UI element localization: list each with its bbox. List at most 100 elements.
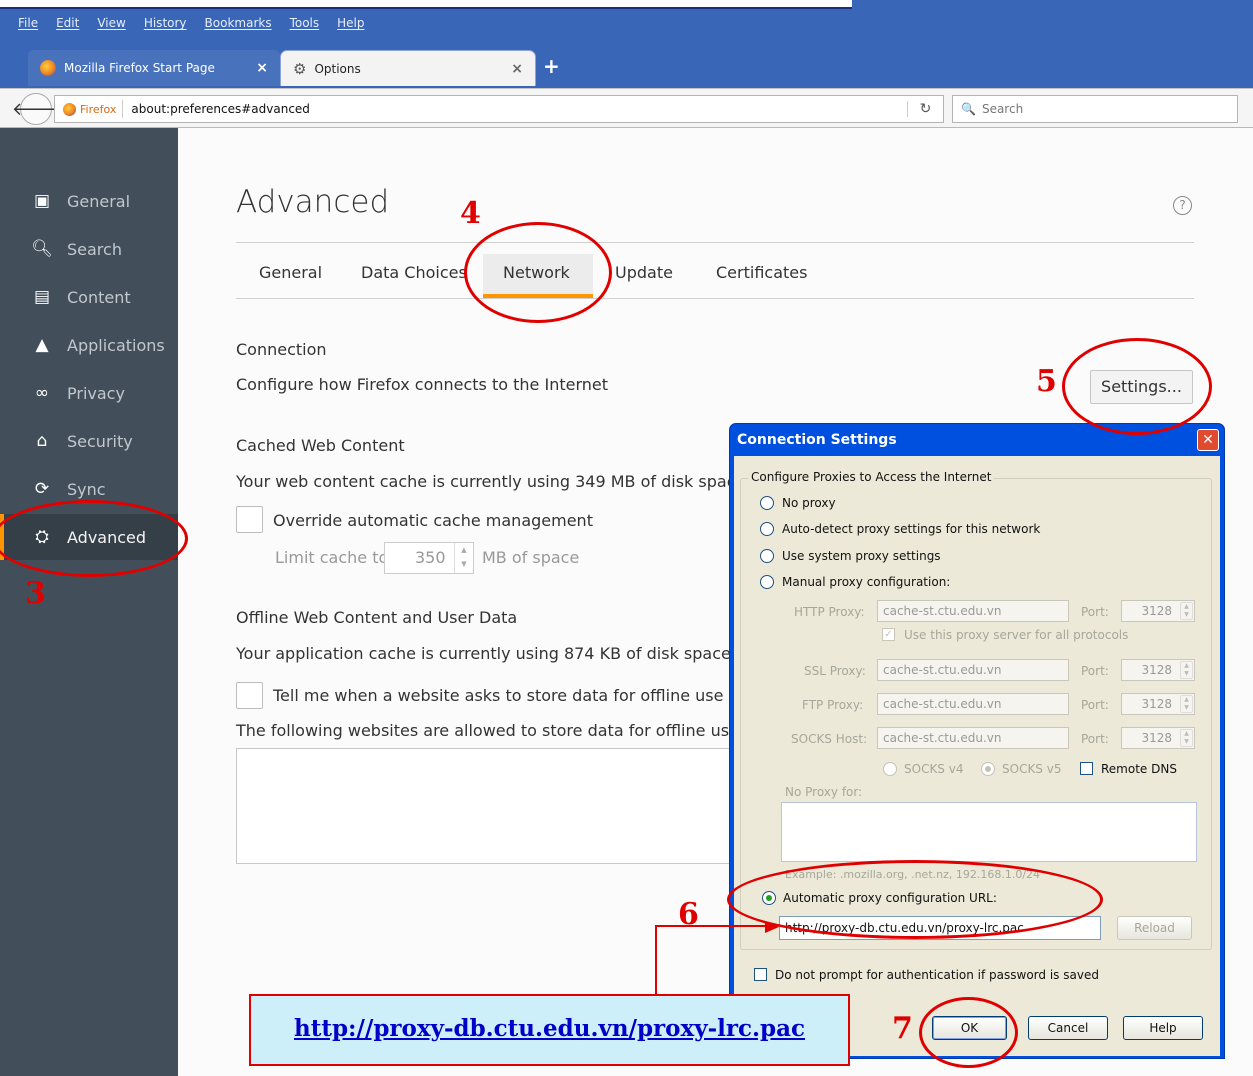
menu-history[interactable]: History bbox=[144, 12, 187, 34]
no-prompt-checkbox[interactable] bbox=[754, 968, 767, 981]
dialog-titlebar[interactable]: Connection Settings ✕ bbox=[730, 424, 1224, 456]
firefox-icon bbox=[63, 102, 76, 116]
manual-proxy-label: Manual proxy configuration: bbox=[782, 575, 951, 589]
sync-icon: ⟳ bbox=[34, 479, 50, 499]
tab-start-page[interactable]: Mozilla Firefox Start Page × bbox=[28, 50, 280, 86]
sidebar-item-label: Sync bbox=[67, 479, 106, 499]
menu-bookmarks[interactable]: Bookmarks bbox=[205, 12, 272, 34]
firefox-icon bbox=[40, 60, 56, 76]
sidebar-item-label: Privacy bbox=[67, 383, 125, 403]
search-icon: 🔍 bbox=[961, 102, 976, 116]
port-value: 3128 bbox=[1141, 731, 1172, 745]
help-button[interactable]: Help bbox=[1123, 1016, 1203, 1040]
ssl-port-input[interactable]: 3128 ▲ ▼ bbox=[1121, 659, 1195, 681]
reload-button[interactable]: Reload bbox=[1117, 916, 1192, 940]
step-3-label: 3 bbox=[25, 576, 46, 611]
sidebar-item-content[interactable]: ▤ Content bbox=[0, 274, 178, 320]
help-icon[interactable]: ? bbox=[1173, 196, 1192, 215]
menu-view[interactable]: View bbox=[97, 12, 125, 34]
tab-certificates[interactable]: Certificates bbox=[696, 254, 827, 298]
callout-link[interactable]: http://proxy-db.ctu.edu.vn/proxy-lrc.pac bbox=[294, 1015, 805, 1042]
http-proxy-input[interactable]: cache-st.ctu.edu.vn bbox=[877, 600, 1069, 622]
socks-port-input[interactable]: 3128 ▲ ▼ bbox=[1121, 727, 1195, 749]
use-for-all-label: Use this proxy server for all protocols bbox=[904, 628, 1129, 642]
settings-button[interactable]: Settings... bbox=[1090, 370, 1193, 404]
http-port-input[interactable]: 3128 ▲ ▼ bbox=[1121, 600, 1195, 622]
sidebar-item-applications[interactable]: ▲ Applications bbox=[0, 322, 178, 368]
cache-text: Your web content cache is currently usin… bbox=[236, 472, 746, 491]
socks-v5-radio[interactable] bbox=[981, 762, 995, 776]
socks-v4-radio[interactable] bbox=[883, 762, 897, 776]
no-proxy-radio[interactable] bbox=[760, 496, 774, 510]
auto-config-url-input[interactable]: http://proxy-db.ctu.edu.vn/proxy-lrc.pac bbox=[779, 916, 1101, 940]
tab-network[interactable]: Network bbox=[483, 254, 593, 298]
reload-icon[interactable]: ↻ bbox=[907, 101, 943, 117]
ssl-proxy-label: SSL Proxy: bbox=[804, 664, 866, 678]
arrow-head-icon bbox=[765, 921, 779, 933]
privacy-mask-icon: ∞ bbox=[34, 383, 50, 403]
url-bar[interactable]: Firefox about:preferences#advanced ↻ bbox=[54, 95, 944, 123]
tab-options[interactable]: ⚙ Options × bbox=[280, 50, 536, 86]
port-value: 3128 bbox=[1141, 663, 1172, 677]
sidebar-item-advanced[interactable]: ⛭ Advanced bbox=[0, 514, 178, 560]
identity-label: Firefox bbox=[80, 102, 117, 116]
socks-v5-label: SOCKS v5 bbox=[1002, 762, 1062, 776]
ftp-port-label: Port: bbox=[1081, 698, 1109, 712]
sidebar-item-general[interactable]: ▣ General bbox=[0, 178, 178, 224]
close-icon[interactable]: ✕ bbox=[1197, 429, 1219, 451]
ok-button[interactable]: OK bbox=[932, 1016, 1007, 1040]
system-proxy-radio[interactable] bbox=[760, 549, 774, 563]
port-spinner[interactable]: ▲ ▼ bbox=[1180, 602, 1193, 620]
port-spinner[interactable]: ▲ ▼ bbox=[1180, 695, 1193, 713]
sidebar-item-sync[interactable]: ⟳ Sync bbox=[0, 466, 178, 512]
ftp-port-input[interactable]: 3128 ▲ ▼ bbox=[1121, 693, 1195, 715]
connection-settings-dialog: Connection Settings ✕ Configure Proxies … bbox=[729, 423, 1225, 1059]
ftp-proxy-input[interactable]: cache-st.ctu.edu.vn bbox=[877, 693, 1069, 715]
auto-config-radio[interactable] bbox=[762, 891, 776, 905]
manual-proxy-radio[interactable] bbox=[760, 575, 774, 589]
menu-edit[interactable]: Edit bbox=[56, 12, 79, 34]
http-port-label: Port: bbox=[1081, 605, 1109, 619]
url-text[interactable]: about:preferences#advanced bbox=[123, 102, 907, 116]
limit-cache-spinner[interactable]: ▲ ▼ bbox=[454, 543, 473, 573]
sidebar-item-security[interactable]: ⌂ Security bbox=[0, 418, 178, 464]
port-spinner[interactable]: ▲ ▼ bbox=[1180, 729, 1193, 747]
tab-update[interactable]: Update bbox=[595, 254, 693, 298]
use-for-all-checkbox[interactable]: ✓ bbox=[882, 628, 895, 641]
menu-tools[interactable]: Tools bbox=[290, 12, 320, 34]
dialog-title: Connection Settings bbox=[737, 432, 897, 448]
override-cache-checkbox[interactable] bbox=[236, 506, 263, 533]
close-tab-icon[interactable]: × bbox=[511, 61, 523, 77]
identity-box[interactable]: Firefox bbox=[55, 100, 124, 118]
socks-host-input[interactable]: cache-st.ctu.edu.vn bbox=[877, 727, 1069, 749]
sidebar-item-label: General bbox=[67, 191, 131, 211]
menu-help[interactable]: Help bbox=[337, 12, 364, 34]
remote-dns-checkbox[interactable] bbox=[1080, 762, 1093, 775]
gear-icon: ⚙ bbox=[293, 59, 307, 78]
search-bar[interactable]: 🔍 Search bbox=[952, 95, 1238, 123]
sidebar-item-search[interactable]: 🔍︎ Search bbox=[0, 226, 178, 272]
tell-me-checkbox[interactable] bbox=[236, 682, 263, 709]
close-tab-icon[interactable]: × bbox=[256, 60, 268, 76]
limit-cache-unit: MB of space bbox=[482, 548, 580, 567]
port-value: 3128 bbox=[1141, 697, 1172, 711]
allowed-sites-text: The following websites are allowed to st… bbox=[236, 721, 745, 740]
no-proxy-label: No proxy bbox=[782, 496, 836, 510]
menu-file[interactable]: File bbox=[18, 12, 38, 34]
socks-host-label: SOCKS Host: bbox=[791, 732, 868, 746]
auto-detect-radio[interactable] bbox=[760, 522, 774, 536]
cancel-button[interactable]: Cancel bbox=[1028, 1016, 1108, 1040]
tab-general[interactable]: General bbox=[239, 254, 342, 298]
sidebar-item-label: Search bbox=[67, 239, 122, 259]
no-proxy-for-textarea[interactable] bbox=[781, 802, 1197, 862]
page-title: Advanced bbox=[236, 184, 390, 220]
back-button[interactable]: 🡐 bbox=[12, 93, 60, 125]
new-tab-icon[interactable]: + bbox=[543, 54, 560, 78]
ssl-proxy-input[interactable]: cache-st.ctu.edu.vn bbox=[877, 659, 1069, 681]
browser-chrome: File Edit View History Bookmarks Tools H… bbox=[0, 0, 1253, 128]
tab-data-choices[interactable]: Data Choices bbox=[341, 254, 487, 298]
content-icon: ▤ bbox=[33, 287, 51, 307]
pac-url-callout: http://proxy-db.ctu.edu.vn/proxy-lrc.pac bbox=[249, 994, 850, 1066]
sidebar-item-privacy[interactable]: ∞ Privacy bbox=[0, 370, 178, 416]
port-spinner[interactable]: ▲ ▼ bbox=[1180, 661, 1193, 679]
